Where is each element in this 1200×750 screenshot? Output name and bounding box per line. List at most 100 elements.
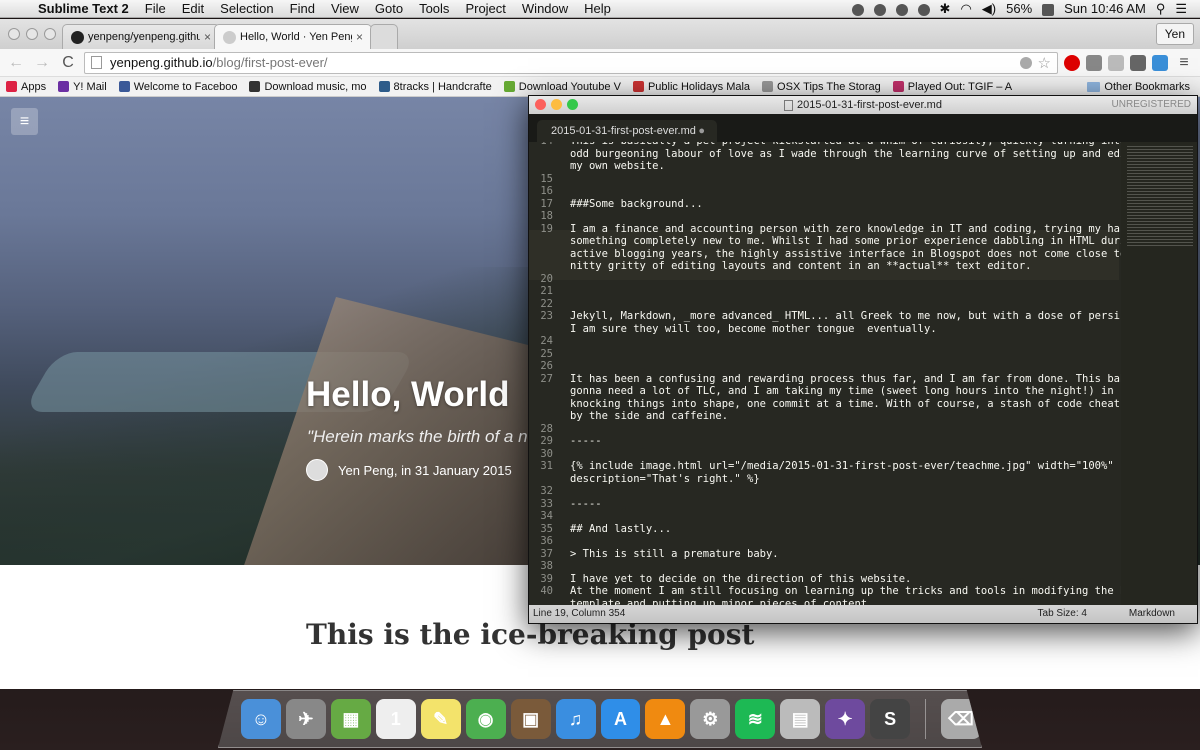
bookmark-youtube-download[interactable]: Download Youtube V	[503, 81, 621, 93]
bookmark-facebook[interactable]: Welcome to Faceboo	[118, 81, 237, 93]
menu-tools[interactable]: Tools	[411, 1, 457, 16]
menu-selection[interactable]: Selection	[212, 1, 281, 16]
preview-icon[interactable]: ▣	[510, 699, 551, 739]
calculator-icon[interactable]: ▤	[780, 699, 821, 739]
wifi-icon[interactable]: ◠	[955, 1, 976, 17]
line-number	[529, 235, 563, 248]
opera-icon[interactable]	[1064, 54, 1080, 71]
line-number	[529, 148, 563, 161]
pushbullet-icon[interactable]	[869, 1, 891, 16]
trash-icon[interactable]: ⌫	[941, 699, 981, 739]
menu-app-name[interactable]: Sublime Text 2	[34, 1, 137, 16]
bookmark-played-out[interactable]: Played Out: TGIF – A	[892, 81, 1012, 93]
bookmark-osx-tips[interactable]: OSX Tips The Storag	[762, 81, 881, 93]
code-line: Jekyll, Markdown, _more advanced_ HTML..…	[570, 310, 1158, 322]
calendar-icon[interactable]: 1	[375, 699, 416, 739]
address-bar[interactable]: yenpeng.github.io/blog/first-post-ever/ …	[84, 51, 1058, 74]
menu-find[interactable]: Find	[282, 1, 323, 16]
menu-file[interactable]: File	[137, 1, 174, 16]
notification-center-icon[interactable]: ☰	[1170, 1, 1192, 17]
sublime-text-icon[interactable]: S	[870, 699, 911, 739]
photo-booth-icon[interactable]: ▦	[330, 699, 371, 739]
new-tab-button[interactable]	[370, 24, 398, 49]
menu-help[interactable]: Help	[576, 1, 619, 16]
app-store-icon[interactable]: A	[600, 699, 641, 739]
notification-bell-icon[interactable]	[847, 1, 869, 16]
extension-icon[interactable]	[1152, 54, 1168, 71]
code-text[interactable]: This is basically a pet project kickstar…	[570, 142, 1164, 606]
clock[interactable]: Sun 10:46 AM	[1059, 1, 1151, 16]
syntax-selector[interactable]: Markdown	[1129, 605, 1175, 623]
bookmark-apps[interactable]: Apps	[6, 81, 46, 93]
line-number: 27	[540, 372, 553, 385]
code-line: gonna need a lot of TLC, and I am taking…	[570, 385, 1114, 397]
code-line: active blogging years, the highly assist…	[570, 247, 1152, 260]
avatar[interactable]	[306, 459, 328, 481]
reload-icon[interactable]: C	[58, 54, 78, 72]
minimize-window-button[interactable]	[26, 28, 38, 40]
itunes-icon[interactable]: ♫	[555, 699, 596, 739]
other-bookmarks[interactable]: Other Bookmarks	[1087, 81, 1190, 93]
site-icon	[223, 30, 236, 44]
menu-window[interactable]: Window	[514, 1, 576, 16]
post-title: Hello, World	[306, 375, 510, 414]
cookie-icon[interactable]	[1019, 56, 1032, 69]
tab-size-selector[interactable]: Tab Size: 4	[1038, 605, 1087, 623]
close-window-button[interactable]	[8, 28, 20, 40]
chrome-icon[interactable]: ◉	[465, 699, 506, 739]
menu-icon[interactable]: ≡	[1174, 54, 1194, 72]
launchpad-icon[interactable]: ✈	[285, 699, 326, 739]
back-icon[interactable]: ←	[6, 54, 26, 72]
system-preferences-icon[interactable]: ⚙	[690, 699, 731, 739]
menu-view[interactable]: View	[323, 1, 367, 16]
close-tab-icon[interactable]: ×	[204, 30, 211, 44]
hamburger-menu-icon[interactable]: ≡	[11, 108, 38, 135]
zoom-window-button[interactable]	[567, 99, 578, 110]
code-editor[interactable]: 1415161718192021222324252627282930313233…	[529, 142, 1197, 605]
volume-icon[interactable]: ◀)	[977, 1, 1001, 17]
stickies-icon[interactable]: ✎	[420, 699, 461, 739]
line-number: 40	[540, 585, 553, 597]
spotlight-icon[interactable]: ⚲	[1151, 1, 1171, 17]
bookmark-yahoo-mail[interactable]: Y! Mail	[58, 81, 107, 93]
code-line: I am sure they will too, become mother t…	[570, 322, 937, 335]
unsaved-dot-icon[interactable]: ●	[698, 120, 705, 142]
minimize-window-button[interactable]	[551, 99, 562, 110]
bookmark-star-icon[interactable]: ☆	[1038, 54, 1051, 72]
pushbullet-ext-icon[interactable]	[1108, 54, 1124, 71]
tab-hello-world[interactable]: Hello, World · Yen Peng ×	[214, 24, 372, 49]
time-machine-icon[interactable]	[913, 1, 935, 16]
spotify-icon[interactable]: ≋	[735, 699, 776, 739]
menu-project[interactable]: Project	[457, 1, 513, 16]
bookmark-8tracks[interactable]: 8tracks | Handcrafte	[378, 81, 492, 93]
vlc-icon[interactable]: ▲	[645, 699, 686, 739]
shield-icon[interactable]	[891, 1, 913, 16]
music-icon	[249, 81, 261, 92]
bluetooth-icon[interactable]: ✱	[935, 1, 956, 17]
editor-tab[interactable]: 2015-01-31-first-post-ever.md ●	[537, 120, 717, 142]
github-icon[interactable]: ✦	[825, 699, 866, 739]
line-number	[529, 160, 563, 173]
battery-percent[interactable]: 56%	[1001, 1, 1037, 16]
profile-button[interactable]: Yen	[1155, 23, 1194, 45]
menu-edit[interactable]: Edit	[174, 1, 212, 16]
bookmark-download-music[interactable]: Download music, mo	[249, 81, 367, 93]
close-window-button[interactable]	[535, 99, 546, 110]
code-line: template and putting up minor pieces of …	[570, 597, 874, 606]
pocket-icon[interactable]	[1130, 54, 1146, 71]
finder-icon[interactable]: ☺	[241, 699, 281, 739]
close-tab-icon[interactable]: ×	[356, 30, 363, 44]
menu-extras: ✱ ◠ ◀) 56% Sun 10:46 AM ⚲ ☰	[847, 1, 1200, 17]
tab-github[interactable]: yenpeng/yenpeng.github.i ×	[62, 24, 220, 49]
forward-icon[interactable]: →	[32, 54, 52, 72]
minimap[interactable]	[1121, 142, 1197, 605]
download-icon[interactable]	[1086, 54, 1102, 71]
bookmark-public-holidays[interactable]: Public Holidays Mala	[632, 81, 750, 93]
battery-icon[interactable]	[1037, 1, 1059, 16]
menu-goto[interactable]: Goto	[367, 1, 411, 16]
zoom-window-button[interactable]	[44, 28, 56, 40]
